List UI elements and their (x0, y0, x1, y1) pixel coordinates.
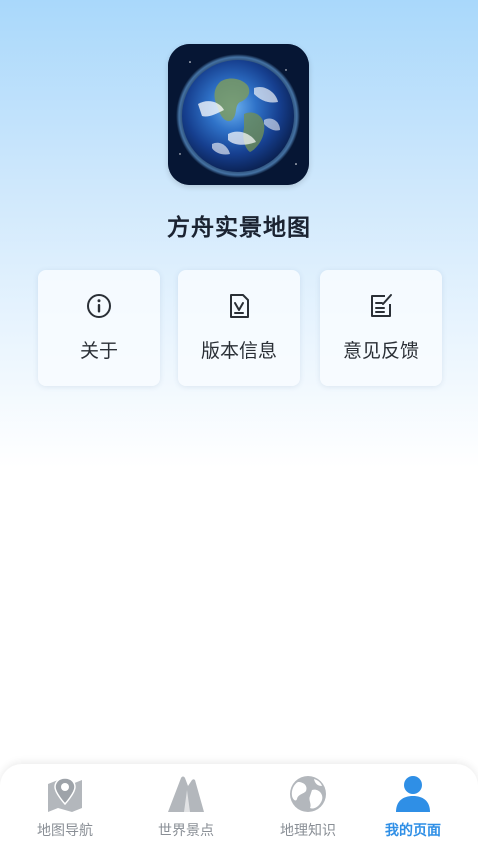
about-card[interactable]: 关于 (38, 270, 160, 386)
version-info-label: 版本信息 (200, 340, 277, 362)
globe-icon (290, 776, 326, 812)
tab-geography-knowledge-label: 地理知识 (280, 823, 336, 839)
bottom-tab-bar: 地图导航 世界景点 地理知识 我的页面 (0, 764, 478, 850)
feedback-card[interactable]: 意见反馈 (320, 270, 442, 386)
info-icon (87, 294, 111, 318)
tab-map-navigation[interactable]: 地图导航 (15, 764, 115, 850)
tab-my-page-label: 我的页面 (385, 823, 441, 839)
about-label: 关于 (79, 340, 118, 362)
feedback-edit-icon (371, 294, 392, 317)
tab-my-page[interactable]: 我的页面 (363, 764, 463, 850)
mountain-icon (168, 776, 204, 812)
tab-geography-knowledge[interactable]: 地理知识 (258, 764, 358, 850)
tab-world-attractions[interactable]: 世界景点 (136, 764, 236, 850)
map-pin-icon (48, 777, 82, 812)
version-document-icon (230, 294, 249, 318)
user-icon (396, 776, 430, 812)
app-logo-earth-icon (168, 44, 309, 185)
tab-world-attractions-label: 世界景点 (158, 823, 214, 839)
feedback-label: 意见反馈 (342, 340, 419, 362)
tab-map-navigation-label: 地图导航 (37, 823, 93, 839)
app-name: 方舟实景地图 (167, 215, 311, 241)
version-info-card[interactable]: 版本信息 (178, 270, 300, 386)
action-cards: 关于 版本信息 意见反馈 (38, 270, 442, 386)
